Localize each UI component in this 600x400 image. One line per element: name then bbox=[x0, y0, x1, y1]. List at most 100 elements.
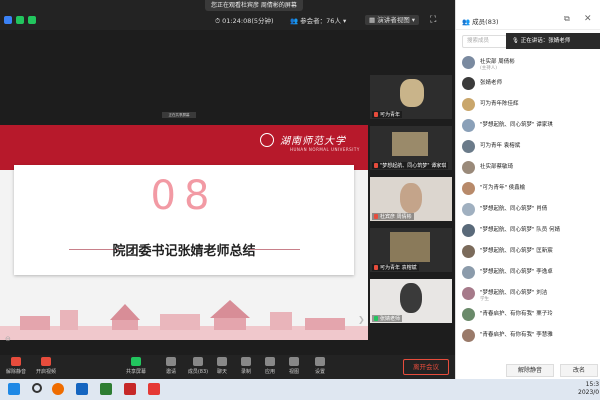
member-row[interactable]: "可为青年" 侯鑫榆 bbox=[462, 180, 597, 199]
video-tile[interactable]: 杜宾彦 周倩彬 bbox=[370, 177, 452, 221]
title-rule-right bbox=[250, 249, 300, 250]
shared-screen-area: 正在共享屏幕 湖南师范大学 HUNAN NORMAL UNIVERSITY 08… bbox=[0, 30, 368, 355]
member-name: "青春启护、有你有我" 李慧雅 bbox=[480, 332, 553, 338]
mic-muted-icon bbox=[374, 112, 378, 117]
clock-time: 15:3 bbox=[585, 381, 600, 388]
avatar bbox=[462, 119, 475, 132]
member-row[interactable]: "青春启护、有你有我" 栗子玲 bbox=[462, 306, 597, 325]
camera-off-icon bbox=[41, 357, 51, 366]
popout-icon[interactable]: ⧉ bbox=[564, 14, 570, 24]
avatar bbox=[462, 308, 475, 321]
member-row[interactable]: "梦想起航、同心筑梦" 刘洁 学生 bbox=[462, 285, 597, 304]
avatar bbox=[462, 224, 475, 237]
member-name: 社实部 周倩彬 bbox=[480, 59, 515, 65]
video-thumbnails: 可为青年 "梦想起航、同心筑梦" 谭家琪 杜宾彦 周倩彬 可为青年 袁榕斌 张婧… bbox=[368, 30, 455, 355]
member-row[interactable]: "梦想起航、同心筑梦" 肖倩 bbox=[462, 201, 597, 220]
member-row[interactable]: "梦想起航、同心筑梦" 李逸卓 bbox=[462, 264, 597, 283]
shield-icon[interactable] bbox=[4, 16, 12, 24]
member-name: "梦想起航、同心筑梦" 谭家琪 bbox=[480, 122, 553, 128]
search-icon[interactable] bbox=[32, 383, 42, 393]
member-role: 学生 bbox=[480, 297, 489, 302]
member-row[interactable]: "梦想起航、同心筑梦" 队员 何婧 bbox=[462, 222, 597, 241]
invite-button[interactable]: 邀请 bbox=[157, 357, 185, 375]
section-number: 08 bbox=[150, 173, 218, 219]
unmute-all-button[interactable]: 解除静音 bbox=[506, 364, 554, 377]
unmute-button[interactable]: 解除静音 bbox=[2, 357, 30, 375]
screen-share-notice: 您正在观看杜宾彦 周倩彬的屏幕 bbox=[205, 0, 303, 11]
video-tile[interactable]: 张婧老师 bbox=[370, 279, 452, 323]
participant-photo bbox=[390, 232, 430, 262]
member-row[interactable]: "梦想起航、同心筑梦" 谭家琪 bbox=[462, 117, 597, 136]
view-mode-button[interactable]: ▦ 演讲者视图 ▾ bbox=[365, 15, 420, 25]
share-icon bbox=[131, 357, 141, 366]
minimize-icon[interactable]: ⊖ bbox=[5, 335, 11, 343]
share-screen-button[interactable]: 共享屏幕 bbox=[122, 357, 150, 375]
mic-muted-icon bbox=[374, 163, 378, 168]
fullscreen-icon[interactable]: ⛶ bbox=[430, 15, 436, 25]
app-icon[interactable] bbox=[100, 383, 112, 395]
wps-icon[interactable] bbox=[148, 383, 160, 395]
video-label: 张婧老师 bbox=[372, 315, 403, 322]
video-tile[interactable]: 可为青年 bbox=[370, 75, 452, 119]
info-icon[interactable] bbox=[16, 16, 24, 24]
browser-icon[interactable] bbox=[52, 383, 64, 395]
university-seal-icon bbox=[260, 133, 274, 147]
mic-off-icon bbox=[11, 357, 21, 366]
member-row[interactable]: "梦想起航、同心筑梦" 匡新宸 bbox=[462, 243, 597, 262]
signal-icon[interactable] bbox=[28, 16, 36, 24]
member-name: "梦想起航、同心筑梦" 匡新宸 bbox=[480, 248, 553, 254]
status-icons bbox=[4, 16, 36, 24]
member-name: "梦想起航、同心筑梦" 李逸卓 bbox=[480, 269, 553, 275]
mic-active-icon bbox=[374, 316, 378, 321]
video-label: 可为青年 袁榕斌 bbox=[372, 264, 419, 271]
chat-icon bbox=[217, 357, 227, 366]
member-search-input[interactable]: 搜索成员 bbox=[462, 35, 507, 48]
participant-photo bbox=[400, 183, 422, 213]
member-name: 可为青年陈佳辉 bbox=[480, 101, 519, 107]
slide-title-card: 08 院团委书记张婧老师总结 bbox=[14, 165, 354, 275]
video-tile[interactable]: 可为青年 袁榕斌 bbox=[370, 228, 452, 272]
people-icon bbox=[193, 357, 203, 366]
people-icon: 👥 bbox=[290, 17, 301, 25]
meeting-timer: ⏱ 01:24:08(5分钟) bbox=[215, 17, 274, 25]
start-video-button[interactable]: 开启视频 bbox=[32, 357, 60, 375]
rename-button[interactable]: 改名 bbox=[560, 364, 598, 377]
member-row[interactable]: 可为青年 袁榕斌 bbox=[462, 138, 597, 157]
member-row[interactable]: 社实部 周倩彬 (主持人) bbox=[462, 54, 597, 73]
member-name: 可为青年 袁榕斌 bbox=[480, 143, 521, 149]
member-row[interactable]: "青春启护、有你有我" 李慧雅 bbox=[462, 327, 597, 346]
video-label: 杜宾彦 周倩彬 bbox=[372, 213, 414, 220]
member-role: (主持人) bbox=[480, 66, 498, 71]
panel-title: 👥 成员(83) bbox=[462, 18, 499, 26]
video-label: "梦想起航、同心筑梦" 谭家琪 bbox=[372, 162, 449, 169]
video-tile[interactable]: "梦想起航、同心筑梦" 谭家琪 bbox=[370, 126, 452, 170]
participant-photo bbox=[392, 132, 428, 156]
close-icon[interactable]: ✕ bbox=[584, 14, 592, 24]
chevron-right-icon[interactable]: ❯ bbox=[358, 315, 365, 324]
meeting-top-bar: 您正在观看杜宾彦 周倩彬的屏幕 ⏱ 01:24:08(5分钟) 👥 参会者：76… bbox=[0, 0, 455, 30]
member-row[interactable]: 张婧老师 bbox=[462, 75, 597, 94]
speaking-indicator: 🎙 正在讲话：张婧老师 bbox=[506, 33, 600, 49]
app-icon[interactable] bbox=[76, 383, 88, 395]
member-row[interactable]: 社实部蔡敏琦 bbox=[462, 159, 597, 178]
start-icon[interactable] bbox=[8, 383, 20, 395]
gear-icon bbox=[315, 357, 325, 366]
avatar bbox=[462, 266, 475, 279]
avatar bbox=[462, 77, 475, 90]
meeting-toolbar: 解除静音 开启视频 共享屏幕 邀请 成员(83) 聊天 录制 应用 视图 设置 … bbox=[0, 355, 455, 379]
participant-count[interactable]: 👥 参会者：76人 ▾ bbox=[290, 16, 346, 26]
settings-button[interactable]: 设置 bbox=[306, 357, 334, 375]
view-button[interactable]: 视图 bbox=[280, 357, 308, 375]
apps-icon bbox=[265, 357, 275, 366]
invite-icon bbox=[166, 357, 176, 366]
avatar bbox=[462, 203, 475, 216]
leave-meeting-button[interactable]: 离开会议 bbox=[403, 359, 449, 375]
member-row[interactable]: 可为青年陈佳辉 bbox=[462, 96, 597, 115]
app-icon[interactable] bbox=[124, 383, 136, 395]
mic-muted-icon bbox=[374, 214, 378, 219]
record-icon bbox=[241, 357, 251, 366]
participant-photo bbox=[400, 283, 422, 313]
slide-title: 院团委书记张婧老师总结 bbox=[112, 244, 256, 259]
avatar bbox=[462, 56, 475, 69]
clock-date: 2023/0 bbox=[578, 389, 600, 396]
